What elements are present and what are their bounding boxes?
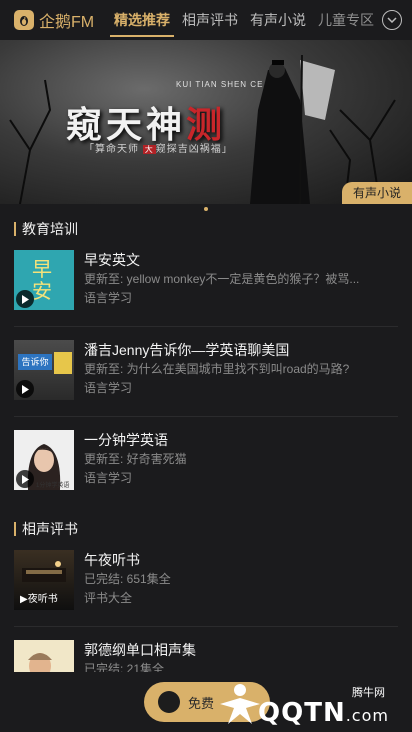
cover-image: 早安 <box>14 250 74 310</box>
item-info: 一分钟学英语 更新至: 好奇害死猫 语言学习 <box>84 430 394 500</box>
item-title: 潘吉Jenny告诉你—学英语聊美国 <box>84 342 290 358</box>
item-update: 更新至: 好奇害死猫 <box>84 452 187 466</box>
item-category: 评书大全 <box>84 591 133 605</box>
section-title-text: 相声评书 <box>22 521 78 537</box>
cover-text: 1分钟学英语 <box>36 483 70 489</box>
watermark-brand: QQTN <box>258 698 346 728</box>
banner-subtitle-part2: 窥探吉凶祸福」 <box>155 144 233 155</box>
banner-subtitle: 「算命天师 大窥探吉凶祸福」 <box>84 140 233 155</box>
tab-children[interactable]: 儿童专区 <box>312 0 376 40</box>
item-category: 语言学习 <box>84 381 133 395</box>
watermark-logo-text: QQTN.com <box>258 698 389 728</box>
section-accent-bar <box>14 522 16 536</box>
app-name: 企鹅FM <box>39 14 95 31</box>
banner-pinyin: KUI TIAN SHEN CE <box>176 80 264 89</box>
cover-text: ▶夜听书 <box>20 594 58 605</box>
pagination-dot-active[interactable] <box>204 207 208 211</box>
banner-pagination <box>0 198 412 216</box>
section-title-text: 教育培训 <box>22 221 78 237</box>
penguin-logo-icon <box>14 10 34 30</box>
play-icon[interactable] <box>16 380 34 398</box>
penguin-icon <box>158 691 180 713</box>
play-icon[interactable] <box>16 470 34 488</box>
divider <box>14 416 398 417</box>
top-bar: 企鹅FM 精选推荐 相声评书 有声小说 儿童专区 <box>0 0 412 40</box>
item-update: 已完结: 651集全 <box>84 572 171 586</box>
item-category: 语言学习 <box>84 291 133 305</box>
cover-image: 告诉你 <box>14 340 74 400</box>
tab-crosstalk[interactable]: 相声评书 <box>176 0 244 40</box>
item-info: 早安英文 更新至: yellow monkey不一定是黄色的猴子？被骂... 语… <box>84 250 394 320</box>
item-title: 郭德纲单口相声集 <box>84 642 196 658</box>
divider <box>14 626 398 627</box>
watermark: 腾牛网 QQTN.com <box>212 672 408 732</box>
category-tabs: 精选推荐 相声评书 有声小说 儿童专区 <box>108 0 376 40</box>
item-update: 更新至: yellow monkey不一定是黄色的猴子？被骂... <box>84 272 360 286</box>
free-listen-label: 免费 <box>188 695 215 711</box>
banner-subtitle-part1: 「算命天师 <box>84 144 139 155</box>
cover-image: 1分钟学英语 <box>14 430 74 490</box>
tab-audio-novels[interactable]: 有声小说 <box>244 0 312 40</box>
cover-image <box>14 640 74 672</box>
list-item[interactable]: ▶夜听书 午夜听书 已完结: 651集全 评书大全 <box>14 550 398 620</box>
item-info: 午夜听书 已完结: 651集全 评书大全 <box>84 550 394 620</box>
section-title-education: 教育培训 <box>14 220 78 238</box>
item-category: 语言学习 <box>84 471 133 485</box>
cover-text: 告诉你 <box>18 354 52 370</box>
play-icon[interactable] <box>16 290 34 308</box>
cover-image: ▶夜听书 <box>14 550 74 610</box>
item-title: 一分钟学英语 <box>84 432 168 448</box>
expand-tabs-chevron-down-icon[interactable] <box>382 10 402 30</box>
list-item[interactable]: 告诉你 潘吉Jenny告诉你—学英语聊美国 更新至: 为什么在美国城市里找不到叫… <box>14 340 398 410</box>
item-update: 更新至: 为什么在美国城市里找不到叫road的马路? <box>84 362 350 376</box>
list-item[interactable]: 1分钟学英语 一分钟学英语 更新至: 好奇害死猫 语言学习 <box>14 430 398 500</box>
section-title-crosstalk: 相声评书 <box>14 520 78 538</box>
item-title: 午夜听书 <box>84 552 140 568</box>
cover-text: 早安 <box>32 257 52 303</box>
cover-portrait <box>28 653 52 672</box>
item-title: 早安英文 <box>84 252 140 268</box>
list-item[interactable]: 早安 早安英文 更新至: yellow monkey不一定是黄色的猴子？被骂..… <box>14 250 398 320</box>
banner-subtitle-tag: 大 <box>142 145 156 154</box>
item-info: 郭德纲单口相声集 已完结: 21集全 <box>84 640 394 672</box>
tab-featured[interactable]: 精选推荐 <box>108 0 176 40</box>
promo-banner[interactable]: KUI TIAN SHEN CE 窥天神测 「算命天师 大窥探吉凶祸福」 有声小… <box>0 40 412 204</box>
item-info: 潘吉Jenny告诉你—学英语聊美国 更新至: 为什么在美国城市里找不到叫road… <box>84 340 394 410</box>
divider <box>14 326 398 327</box>
list-item[interactable]: 郭德纲单口相声集 已完结: 21集全 <box>14 640 398 672</box>
watermark-domain: .com <box>345 706 389 725</box>
section-accent-bar <box>14 222 16 236</box>
app-logo[interactable]: 企鹅FM <box>0 8 108 32</box>
item-update: 已完结: 21集全 <box>84 662 165 672</box>
